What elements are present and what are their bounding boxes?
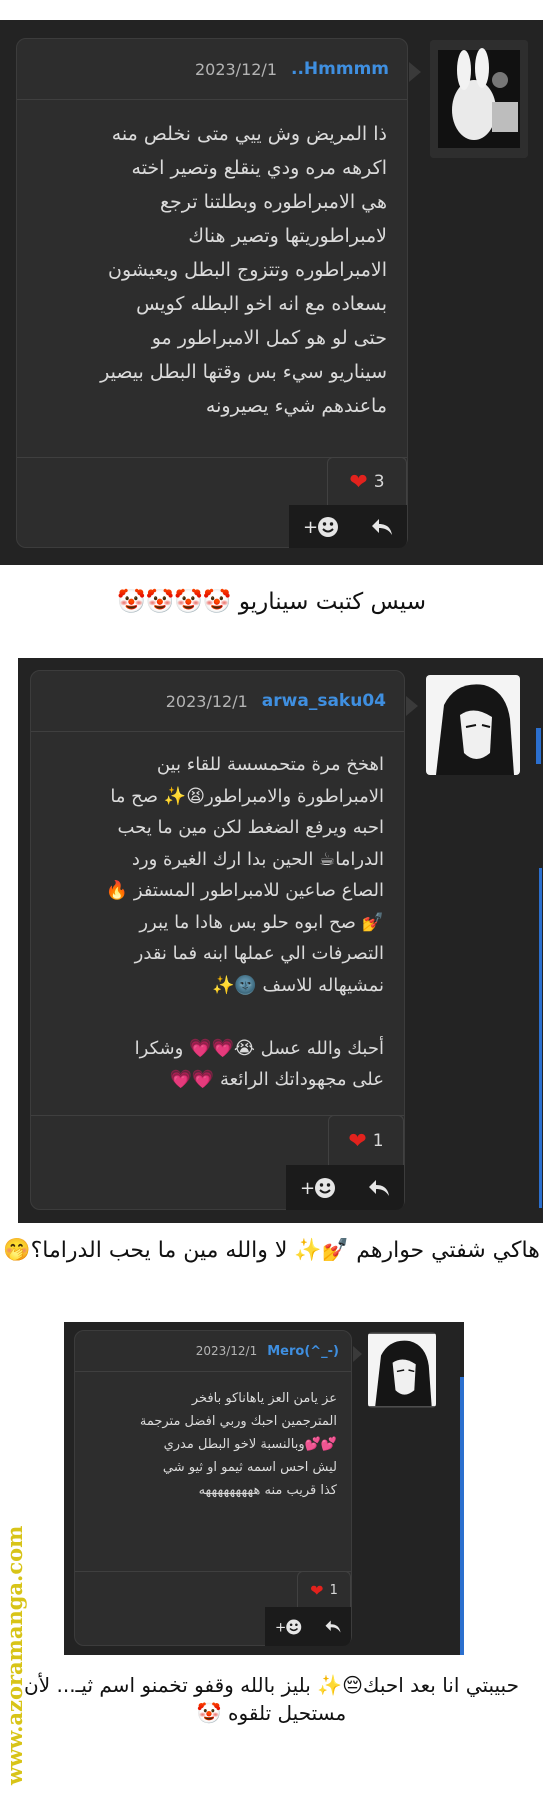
translator-reply: هاكي شفتي حوارهم 💅✨ لا والله مين ما يحب … [3, 1238, 540, 1263]
comment-card-3: 2023/12/1 Mero(^_-) عز يامن العز ياهاناك… [74, 1330, 352, 1646]
comment-body: عز يامن العز ياهاناكو بافخر المترجمين اح… [139, 1391, 337, 1498]
comment-header: 2023/12/1 arwa_saku04 [31, 671, 404, 732]
heart-icon: ❤ [310, 1580, 324, 1600]
comment-card-2: 2023/12/1 arwa_saku04 اهخخ مرة متحمسسة ل… [30, 670, 405, 1210]
avatar-image [426, 675, 520, 775]
reply-icon[interactable] [370, 516, 394, 538]
comment-header: 2023/12/1 Mero(^_-) [75, 1331, 351, 1372]
avatar[interactable] [368, 1332, 436, 1408]
like-counter[interactable]: ❤ 3 [327, 457, 407, 506]
like-count: 1 [372, 1131, 384, 1151]
svg-text:+: + [275, 1619, 286, 1635]
card-pointer [353, 1346, 362, 1362]
reply-icon[interactable] [367, 1177, 391, 1199]
card-pointer [409, 62, 421, 82]
comment-panel-1: 2023/12/1 ..Hmmmm ذا المريض وش ييي متى ن… [0, 20, 543, 565]
avatar-image [430, 40, 528, 158]
comment-actions: + [286, 1165, 404, 1210]
comment-username[interactable]: arwa_saku04 [262, 691, 386, 711]
heart-icon: ❤ [348, 1128, 367, 1154]
like-count: 3 [373, 472, 385, 492]
comment-card-1: 2023/12/1 ..Hmmmm ذا المريض وش ييي متى ن… [16, 38, 408, 548]
like-count: 1 [329, 1582, 338, 1598]
translator-reply: حبيبتي انا بعد احبك😔✨ بليز بالله وقفو تخ… [24, 1673, 519, 1725]
comment-panel-2: 2023/12/1 arwa_saku04 اهخخ مرة متحمسسة ل… [18, 658, 543, 1223]
comment-date: 2023/12/1 [194, 59, 277, 79]
avatar[interactable] [430, 40, 528, 158]
svg-text:+: + [303, 517, 318, 538]
comment-header: 2023/12/1 ..Hmmmm [17, 39, 407, 100]
heart-icon: ❤ [349, 469, 368, 495]
scrollbar-track-highlight [460, 1377, 464, 1655]
comment-body: ذا المريض وش ييي متى نخلص منه اكرهه مره … [100, 123, 387, 417]
comment-actions: + [289, 505, 407, 548]
add-reaction-icon[interactable]: + [303, 514, 343, 540]
like-counter[interactable]: ❤ 1 [328, 1115, 404, 1166]
reply-icon[interactable] [324, 1618, 342, 1635]
comment-username[interactable]: ..Hmmmm [291, 59, 389, 79]
avatar[interactable] [426, 675, 520, 775]
comment-actions: + [265, 1607, 351, 1646]
comment-username[interactable]: Mero(^_-) [267, 1344, 339, 1359]
scrollbar-thumb[interactable] [536, 728, 541, 764]
comment-date: 2023/12/1 [195, 1344, 258, 1358]
comment-body: اهخخ مرة متحمسسة للقاء بين الامبراطورة و… [105, 754, 384, 1090]
like-counter[interactable]: ❤ 1 [297, 1571, 351, 1608]
comment-panel-3: 2023/12/1 Mero(^_-) عز يامن العز ياهاناك… [64, 1322, 464, 1655]
comment-date: 2023/12/1 [165, 691, 248, 711]
card-pointer [406, 696, 418, 716]
translator-reply: سيس كتبت سيناريو 🤡🤡🤡🤡 [117, 589, 426, 615]
svg-text:+: + [300, 1178, 315, 1199]
scrollbar-track-highlight [539, 868, 542, 1208]
site-watermark: www.azoramanga.com [2, 1525, 27, 1785]
avatar-image [368, 1333, 436, 1407]
add-reaction-icon[interactable]: + [275, 1617, 305, 1637]
add-reaction-icon[interactable]: + [300, 1175, 340, 1201]
